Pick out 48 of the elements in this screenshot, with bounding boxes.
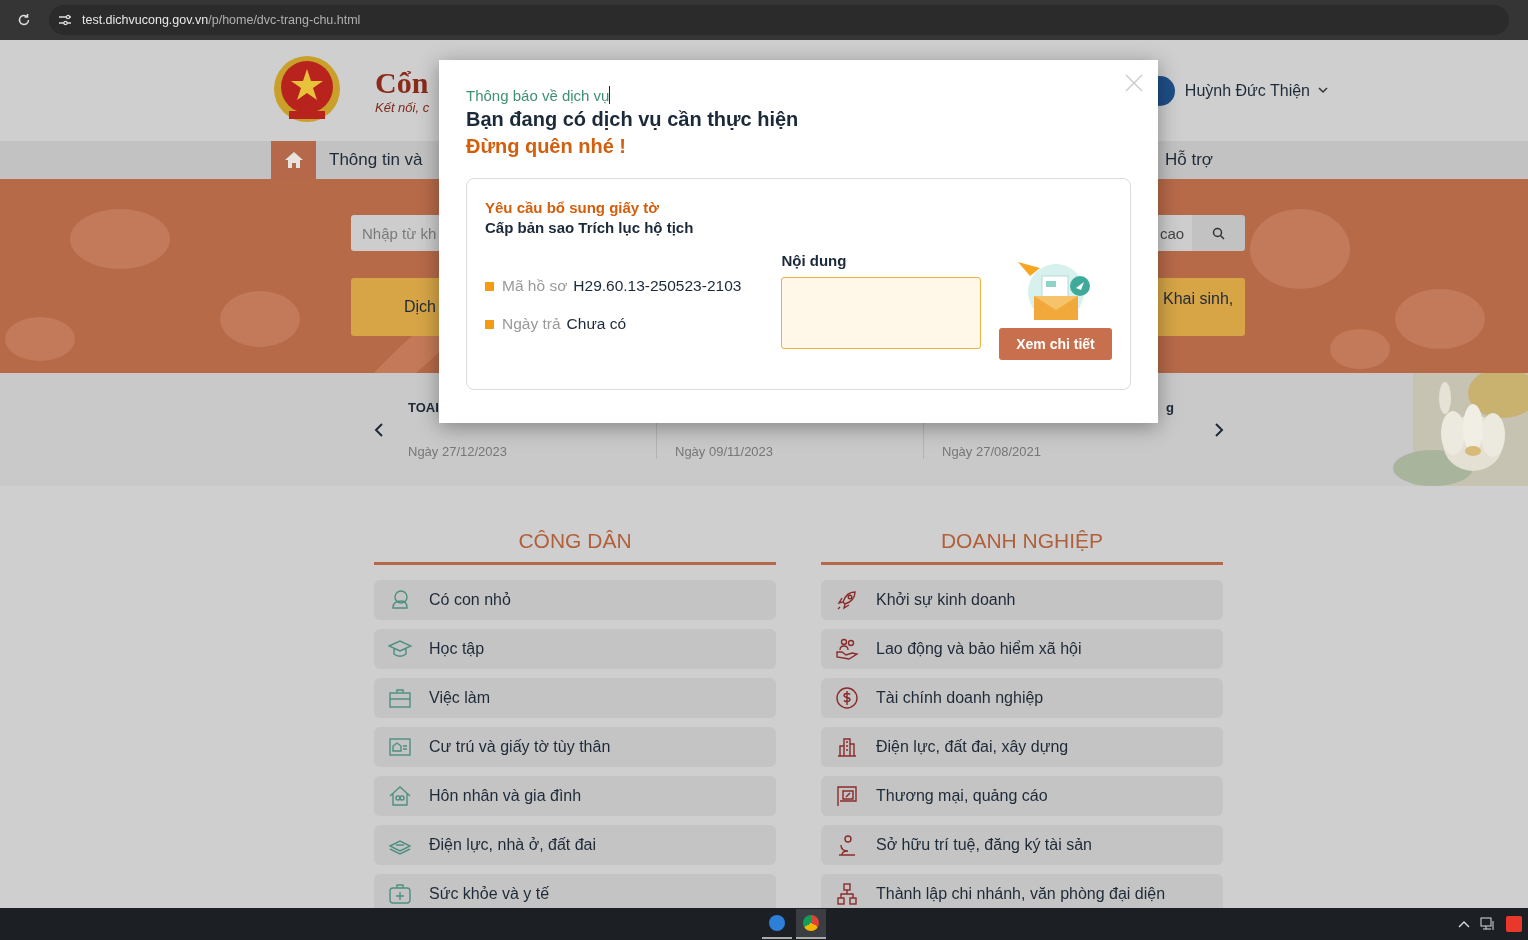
category-item[interactable]: Hôn nhân và gia đình <box>374 776 776 816</box>
category-item[interactable]: Sở hữu trí tuệ, đăng ký tài sản <box>821 825 1223 865</box>
hand-people-icon <box>835 637 859 661</box>
signboard-icon <box>835 784 859 808</box>
news-date: Ngày 27/12/2023 <box>408 444 509 459</box>
browser-taskbar-icon[interactable] <box>796 909 826 939</box>
home-tab[interactable] <box>271 141 316 179</box>
category-heading: DOANH NGHIỆP <box>821 529 1223 565</box>
category-item[interactable]: Thương mại, quảng cáo <box>821 776 1223 816</box>
news-date: Ngày 27/08/2021 <box>942 444 1043 459</box>
address-bar[interactable]: test.dichvucong.gov.vn/p/home/dvc-trang-chu.html <box>49 5 1509 35</box>
briefcase-icon <box>388 686 412 710</box>
user-menu[interactable]: Huỳnh Đức Thiện <box>1184 81 1328 100</box>
category-item[interactable]: Điện lực, nhà ở, đất đai <box>374 825 776 865</box>
reload-icon[interactable] <box>17 13 31 27</box>
id-card-icon <box>388 735 412 759</box>
network-icon[interactable] <box>1480 917 1496 931</box>
portal-logo: Cổn <box>375 66 430 100</box>
category-item[interactable]: Cư trú và giấy tờ tùy thân <box>374 727 776 767</box>
category-item[interactable]: Việc làm <box>374 678 776 718</box>
category-item[interactable]: Khởi sự kinh doanh <box>821 580 1223 620</box>
news-date: Ngày 09/11/2023 <box>675 444 775 459</box>
rocket-icon <box>835 588 859 612</box>
house-icon <box>388 784 412 808</box>
dialog-subtitle: Thông báo về dịch vụ <box>466 86 611 104</box>
category-item[interactable]: Tài chính doanh nghiệp <box>821 678 1223 718</box>
category-item[interactable]: Thành lập chi nhánh, văn phòng đại diện <box>821 874 1223 908</box>
category-item[interactable]: Có con nhỏ <box>374 580 776 620</box>
nav-tab[interactable]: Thông tin và <box>316 141 436 179</box>
news-title[interactable]: g <box>1166 400 1174 414</box>
category-item[interactable]: Điện lực, đất đai, xây dựng <box>821 727 1223 767</box>
dollar-icon <box>835 686 859 710</box>
category-item[interactable]: Lao động và bảo hiểm xã hội <box>821 629 1223 669</box>
chevron-up-icon[interactable] <box>1458 920 1470 928</box>
chevron-down-icon <box>1318 87 1328 94</box>
site-settings-icon[interactable] <box>58 14 72 26</box>
home-icon <box>283 151 304 169</box>
tagline: Kết nối, c <box>375 100 430 115</box>
org-chart-icon <box>835 882 859 906</box>
dialog-title: Bạn đang có dịch vụ cần thực hiện <box>466 108 800 131</box>
news-title[interactable]: TOAI <box>408 400 439 414</box>
building-icon <box>835 735 859 759</box>
reminder-text: Đừng quên nhé ! <box>466 135 628 158</box>
category-item[interactable]: Sức khỏe và y tế <box>374 874 776 908</box>
nav-tab[interactable]: Hỗ trợ <box>1152 141 1226 179</box>
medical-kit-icon <box>388 882 412 906</box>
category-item[interactable]: Học tập <box>374 629 776 669</box>
category-heading: CÔNG DÂN <box>374 529 776 565</box>
